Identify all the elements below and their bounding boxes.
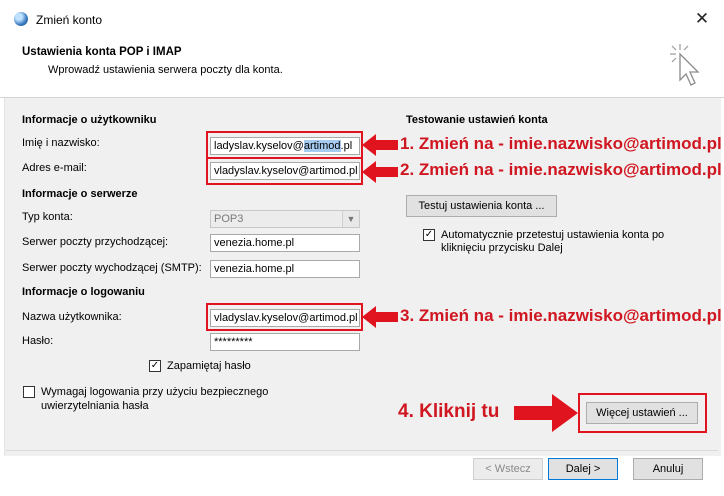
page-subtitle: Wprowadź ustawienia serwera poczty dla k… [48,64,283,76]
auto-test-label-line2: kliknięciu przycisku Dalej [441,242,563,254]
incoming-server-input[interactable]: venezia.home.pl [210,234,360,252]
name-label: Imię i nazwisko: [22,137,100,149]
section-user-info: Informacje o użytkowniku [22,114,157,126]
footer-separator [6,450,718,451]
arrow-left-icon [362,306,398,328]
cancel-button[interactable]: Anuluj [633,458,703,480]
username-label: Nazwa użytkownika: [22,311,122,323]
back-button[interactable]: < Wstecz [473,458,543,480]
remember-password-label: Zapamiętaj hasło [167,360,251,372]
password-label: Hasło: [22,335,54,347]
account-type-label: Typ konta: [22,211,73,223]
password-input[interactable]: ********* [210,333,360,351]
page-title: Ustawienia konta POP i IMAP [22,46,182,58]
check-icon: ✓ [150,360,160,371]
spa-label-line2: uwierzytelniania hasła [41,400,149,412]
arrow-left-icon [362,134,398,156]
email-label: Adres e-mail: [22,162,87,174]
highlight-name-field [206,131,363,159]
highlight-more-settings [578,393,707,433]
account-type-value: POP3 [214,213,244,225]
chevron-down-icon: ▼ [342,211,359,227]
annotation-step2: 2. Zmień na - imie.nazwisko@artimod.pl [400,160,722,179]
annotation-step3: 3. Zmień na - imie.nazwisko@artimod.pl [400,306,722,325]
outgoing-server-input[interactable]: venezia.home.pl [210,260,360,278]
arrow-left-icon [362,161,398,183]
spa-checkbox[interactable] [23,386,35,398]
next-button[interactable]: Dalej > [548,458,618,480]
pointer-click-icon [670,44,700,86]
check-icon: ✓ [424,229,434,240]
arrow-right-icon [514,394,578,432]
account-type-select: POP3 ▼ [210,210,360,228]
close-icon[interactable]: ✕ [691,8,713,30]
outgoing-server-label: Serwer poczty wychodzącej (SMTP): [22,262,202,274]
highlight-email-field [206,157,363,185]
highlight-username-field [206,303,363,331]
annotation-step1: 1. Zmień na - imie.nazwisko@artimod.pl [400,134,722,153]
auto-test-label-line1: Automatycznie przetestuj ustawienia kont… [441,229,665,241]
window-title: Zmień konto [36,13,103,27]
outlook-icon [14,12,28,26]
section-server-info: Informacje o serwerze [22,188,138,200]
section-login-info: Informacje o logowaniu [22,286,145,298]
auto-test-checkbox[interactable]: ✓ [423,229,435,241]
section-test-settings: Testowanie ustawień konta [406,114,548,126]
title-bar [0,0,724,40]
remember-password-checkbox[interactable]: ✓ [149,360,161,372]
incoming-server-label: Serwer poczty przychodzącej: [22,236,169,248]
test-settings-button[interactable]: Testuj ustawienia konta ... [406,195,557,217]
spa-label-line1: Wymagaj logowania przy użyciu bezpieczne… [41,386,269,398]
annotation-step4: 4. Kliknij tu [398,401,500,422]
